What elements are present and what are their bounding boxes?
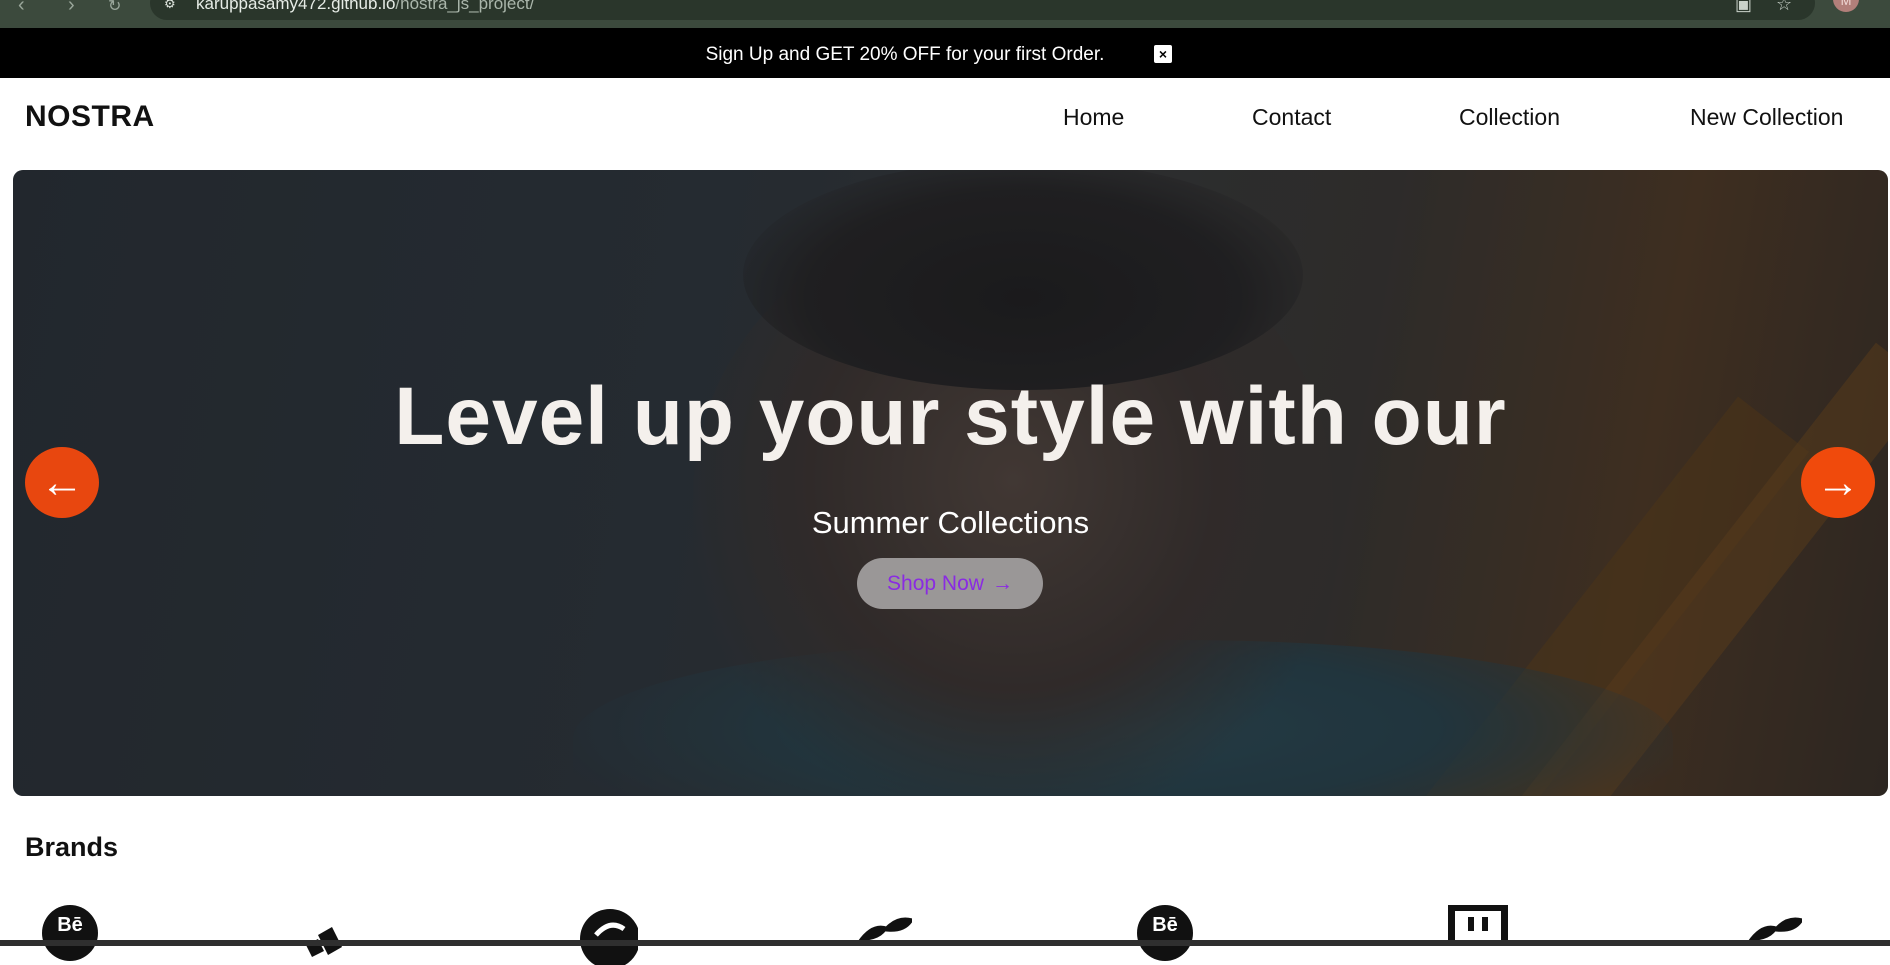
hero-subtitle: Summer Collections bbox=[811, 505, 1090, 540]
skype-icon bbox=[580, 909, 638, 965]
hero-title: Level up your style with our bbox=[394, 371, 1507, 462]
nav-new-collection[interactable]: New Collection bbox=[1690, 104, 1843, 131]
nav-home[interactable]: Home bbox=[1063, 104, 1124, 131]
reload-icon[interactable]: ↻ bbox=[108, 0, 121, 16]
browser-toolbar: ‹ › ↻ ⚙ karuppasamy472.github.io/nostra_… bbox=[0, 0, 1890, 28]
profile-avatar[interactable]: M bbox=[1833, 0, 1859, 12]
twitch-icon bbox=[1448, 905, 1508, 945]
site-info-icon[interactable]: ⚙ bbox=[164, 0, 176, 12]
back-icon[interactable]: ‹ bbox=[18, 0, 25, 17]
window-bottom-edge bbox=[0, 940, 1890, 946]
adidas-icon bbox=[306, 927, 342, 957]
brand-adidas[interactable] bbox=[298, 905, 358, 965]
behance-icon: Bē bbox=[42, 905, 98, 961]
behance-icon: Bē bbox=[1137, 905, 1193, 961]
nav-collection[interactable]: Collection bbox=[1459, 104, 1560, 131]
close-icon[interactable]: × bbox=[1154, 45, 1172, 63]
promo-bar: Sign Up and GET 20% OFF for your first O… bbox=[0, 28, 1890, 78]
address-bar[interactable]: ⚙ karuppasamy472.github.io/nostra_js_pro… bbox=[150, 0, 1815, 20]
promo-text: Sign Up and GET 20% OFF for your first O… bbox=[705, 44, 1105, 65]
url-path: /nostra_js_project/ bbox=[395, 0, 535, 13]
shop-now-button[interactable]: Shop Now → bbox=[857, 558, 1043, 609]
leaf-icon bbox=[858, 917, 912, 941]
leaf-icon bbox=[1748, 917, 1802, 941]
brand-behance[interactable]: Bē bbox=[40, 905, 100, 965]
hero-carousel: Level up your style with our Summer Coll… bbox=[13, 170, 1888, 796]
arrow-left-icon: ← bbox=[40, 457, 84, 507]
translate-icon[interactable]: ▣ bbox=[1735, 0, 1752, 15]
shop-now-label: Shop Now bbox=[887, 571, 984, 595]
arrow-right-icon: → bbox=[1816, 457, 1860, 507]
hero-overlay bbox=[13, 170, 1888, 796]
brand-leaf-2[interactable] bbox=[1742, 905, 1802, 965]
brands-heading: Brands bbox=[25, 832, 119, 862]
brand-skype[interactable] bbox=[578, 905, 638, 965]
brand-twitch[interactable] bbox=[1448, 905, 1508, 965]
brand-behance-2[interactable]: Bē bbox=[1135, 905, 1195, 965]
url-host: karuppasamy472.github.io bbox=[196, 0, 396, 13]
arrow-right-icon: → bbox=[991, 571, 1013, 595]
nav-contact[interactable]: Contact bbox=[1252, 104, 1331, 131]
forward-icon[interactable]: › bbox=[68, 0, 75, 17]
carousel-prev-button[interactable]: ← bbox=[25, 447, 99, 518]
carousel-next-button[interactable]: → bbox=[1801, 447, 1875, 518]
site-header: NOSTRA Home Contact Collection New Colle… bbox=[0, 78, 1890, 170]
brand-leaf[interactable] bbox=[852, 905, 912, 965]
site-logo[interactable]: NOSTRA bbox=[25, 100, 155, 134]
bookmark-star-icon[interactable]: ☆ bbox=[1776, 0, 1792, 15]
